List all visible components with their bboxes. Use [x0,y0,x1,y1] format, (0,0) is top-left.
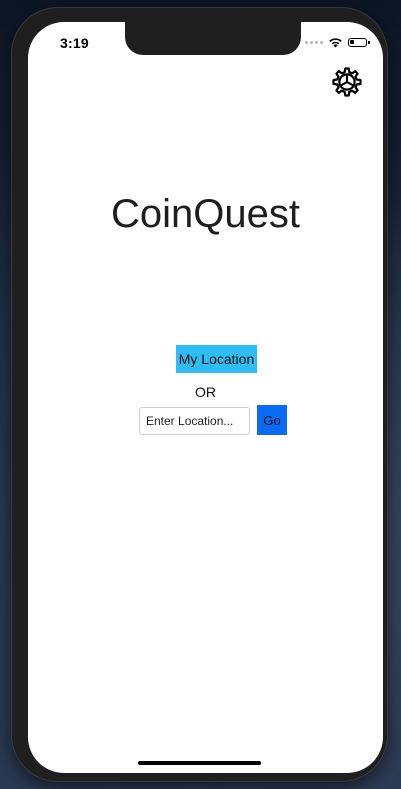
wifi-icon [329,37,342,47]
go-button[interactable]: Go [257,405,287,435]
battery-icon [348,37,370,47]
battery-level [350,39,354,44]
status-time: 3:19 [60,35,89,51]
my-location-button[interactable]: My Location [176,345,257,373]
status-indicators [305,34,370,50]
app-screen: 3:19 CoinQuest My Location OR Enter Loca… [28,22,383,773]
app-title: CoinQuest [111,192,300,236]
device-notch [125,22,301,55]
settings-button[interactable] [331,66,363,98]
cellular-signal-icon [305,40,323,44]
gear-icon [332,67,362,97]
phone-frame: 3:19 CoinQuest My Location OR Enter Loca… [12,8,387,781]
home-indicator[interactable] [138,761,261,765]
or-divider-label: OR [195,384,216,400]
location-input[interactable] [139,407,250,435]
